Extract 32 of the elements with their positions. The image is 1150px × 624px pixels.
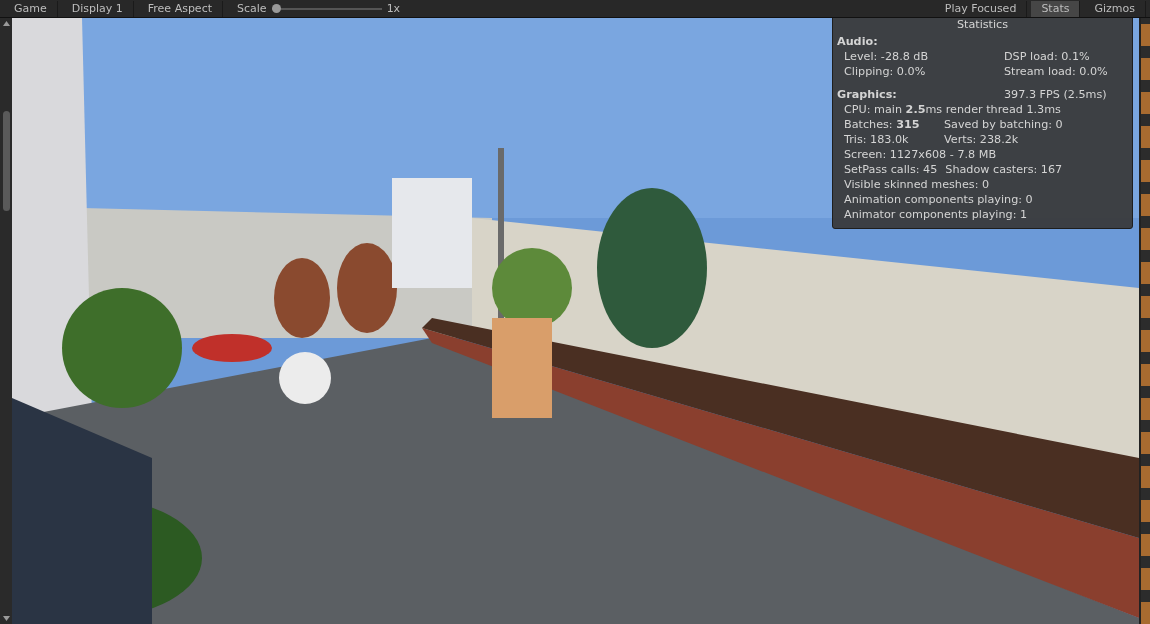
toggle-button[interactable]: Gizmos bbox=[1084, 0, 1146, 17]
stat-text: Clipping: 0.0% bbox=[844, 64, 927, 79]
stat-text: Animator components playing: 1 bbox=[844, 207, 1028, 222]
stat-text: Animation components playing: 0 bbox=[844, 192, 1033, 207]
scroll-up-icon[interactable] bbox=[2, 21, 10, 26]
stat-text: DSP load: 0.1% bbox=[1004, 49, 1090, 64]
stat-text: SetPass calls: 45 bbox=[844, 162, 938, 177]
stat-text: Saved by batching: 0 bbox=[944, 117, 1063, 132]
dropdown[interactable]: Display 1 bbox=[61, 0, 134, 17]
scroll-thumb[interactable] bbox=[2, 111, 10, 211]
stat-text: Batches: 315 bbox=[844, 117, 921, 132]
stat-text: Visible skinned meshes: 0 bbox=[844, 177, 990, 192]
scroll-down-icon[interactable] bbox=[2, 616, 10, 621]
scale-value: 1x bbox=[386, 0, 401, 17]
stat-text: Level: -28.8 dB bbox=[844, 49, 930, 64]
stat-text: Stream load: 0.0% bbox=[1004, 64, 1108, 79]
tab-label[interactable]: Game bbox=[4, 0, 58, 17]
scale-label: Scale bbox=[237, 0, 267, 17]
section-heading: Graphics: bbox=[837, 87, 898, 102]
stat-text: CPU: main 2.5ms render thread 1.3ms bbox=[844, 102, 1061, 117]
stat-text: Verts: 238.2k bbox=[944, 132, 1019, 147]
stat-text: Shadow casters: 167 bbox=[945, 162, 1063, 177]
stat-text: Tris: 183.0k bbox=[844, 132, 910, 147]
fps-reading: 397.3 FPS (2.5ms) bbox=[1004, 87, 1107, 102]
panel-title: Statistics bbox=[955, 18, 1010, 32]
dropdown[interactable]: Free Aspect bbox=[137, 0, 223, 17]
section-heading: Audio: bbox=[837, 34, 879, 49]
toggle-button[interactable]: Stats bbox=[1031, 0, 1081, 17]
dropdown[interactable]: Play Focused bbox=[934, 0, 1028, 17]
scrollbar[interactable] bbox=[0, 18, 12, 624]
slider-thumb[interactable] bbox=[271, 4, 281, 13]
stat-text: Screen: 1127x608 - 7.8 MB bbox=[844, 147, 997, 162]
